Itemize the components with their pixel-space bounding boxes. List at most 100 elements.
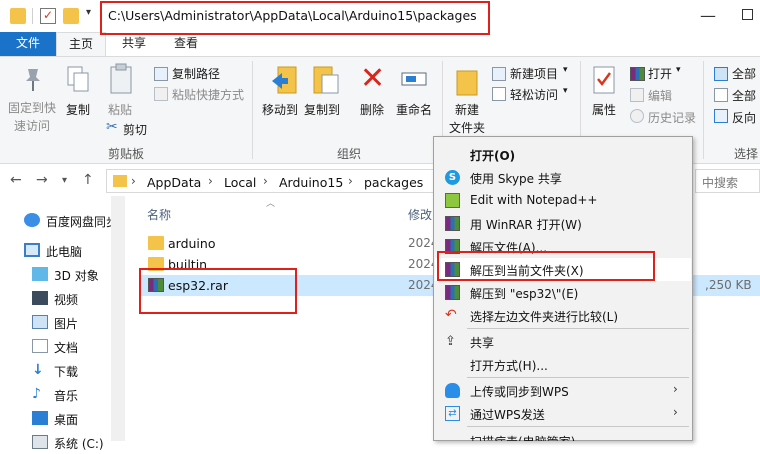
forward-arrow-icon[interactable]: →	[36, 172, 48, 188]
menu-item-extract-to-folder[interactable]: 解压到 "esp32\"(E)	[435, 281, 691, 304]
nav-item-videos[interactable]: 视频	[0, 288, 126, 310]
up-arrow-icon[interactable]: ↑	[82, 172, 94, 188]
nav-item-3d-objects[interactable]: 3D 对象	[0, 264, 126, 286]
chevron-down-icon: ▾	[563, 65, 568, 75]
menu-item-wps-upload[interactable]: 上传或同步到WPS ›	[435, 379, 691, 402]
new-folder-quick-icon[interactable]	[63, 8, 79, 24]
notepadpp-icon	[445, 193, 460, 208]
search-placeholder: 中搜索	[702, 176, 739, 190]
menu-item-compare-folder[interactable]: ↶ 选择左边文件夹进行比较(L)	[435, 304, 691, 327]
menu-item-label: Edit with Notepad++	[470, 193, 598, 207]
breadcrumb-local[interactable]: Local	[224, 175, 256, 190]
menu-item-wps-send[interactable]: ⇄ 通过WPS发送 ›	[435, 402, 691, 425]
nav-item-downloads[interactable]: ↓ 下载	[0, 360, 126, 382]
compare-icon: ↶	[445, 307, 457, 323]
breadcrumb-appdata[interactable]: AppData	[147, 175, 201, 190]
menu-item-extract-files[interactable]: 解压文件(A)...	[435, 235, 691, 258]
menu-item-label: 通过WPS发送	[470, 408, 545, 422]
maximize-button[interactable]	[742, 9, 753, 20]
search-input[interactable]: 中搜索	[695, 169, 760, 193]
menu-item-extract-here[interactable]: 解压到当前文件夹(X)	[435, 258, 691, 281]
breadcrumb-separator[interactable]: ›	[208, 174, 213, 188]
menu-item-open-with[interactable]: 打开方式(H)...	[435, 353, 691, 376]
menu-item-label: 打开方式(H)...	[470, 359, 548, 373]
ribbon-tabs: 文件 主页 共享 查看	[0, 32, 760, 56]
nav-item-label: 图片	[54, 317, 79, 331]
properties-quick-icon[interactable]: ✓	[40, 8, 56, 24]
nav-item-this-pc[interactable]: 此电脑	[0, 240, 126, 262]
column-header-modified[interactable]: 修改	[408, 206, 432, 223]
tab-share[interactable]: 共享	[114, 32, 154, 56]
menu-item-label: 扫描病毒(电脑管家)	[470, 433, 575, 441]
winrar-icon	[445, 239, 460, 254]
menu-separator	[467, 328, 689, 329]
open-label: 打开	[648, 67, 673, 81]
group-clipboard-label: 剪贴板	[108, 147, 145, 161]
winrar-icon	[445, 262, 460, 277]
new-folder-label-2: 文件夹	[449, 121, 486, 135]
share-icon: ⇪	[445, 334, 456, 349]
menu-item-notepadpp[interactable]: Edit with Notepad++	[435, 189, 691, 212]
tab-file[interactable]: 文件	[0, 32, 56, 56]
skype-icon: S	[445, 170, 460, 185]
column-header-name[interactable]: 名称	[147, 206, 171, 223]
select-all-label: 全部	[732, 67, 757, 81]
easy-access-label: 轻松访问	[510, 88, 559, 102]
move-to-icon	[272, 66, 297, 94]
nav-item-system-c[interactable]: 系统 (C:)	[0, 432, 126, 454]
copy-path-icon	[154, 67, 168, 81]
ribbon-divider	[703, 61, 704, 159]
chevron-right-icon: ›	[673, 382, 678, 396]
nav-item-pictures[interactable]: 图片	[0, 312, 126, 334]
download-icon: ↓	[32, 362, 44, 378]
back-arrow-icon[interactable]: ←	[10, 172, 22, 188]
folder-icon	[148, 236, 164, 250]
nav-item-label: 文档	[54, 341, 79, 355]
rename-icon	[401, 72, 427, 86]
select-all-icon	[714, 67, 728, 81]
menu-item-label: 共享	[470, 336, 495, 350]
menu-item-open[interactable]: 打开(O)	[435, 143, 691, 166]
customize-quick-access-icon[interactable]: ▾	[86, 7, 91, 18]
menu-item-label: 解压到 "esp32\"(E)	[470, 287, 579, 301]
breadcrumb-separator[interactable]: ›	[348, 174, 353, 188]
context-menu: 打开(O) S 使用 Skype 共享 Edit with Notepad++ …	[433, 136, 693, 441]
document-icon	[32, 339, 48, 353]
recent-chevron-icon[interactable]: ▾	[62, 175, 67, 186]
minimize-button[interactable]: —	[700, 6, 716, 25]
menu-item-virus-scan[interactable]: 扫描病毒(电脑管家)	[435, 429, 691, 441]
nav-item-baidu-sync[interactable]: 百度网盘同步	[0, 210, 126, 232]
title-bar: ✓ ▾ C:\Users\Administrator\AppData\Local…	[0, 0, 760, 32]
invert-selection-icon	[714, 109, 728, 123]
separator	[32, 8, 33, 24]
menu-item-share[interactable]: ⇪ 共享	[435, 330, 691, 353]
rename-label: 重命名	[396, 103, 433, 117]
nav-item-label: 视频	[54, 293, 79, 307]
menu-item-skype-share[interactable]: S 使用 Skype 共享	[435, 166, 691, 189]
desktop-icon	[32, 411, 48, 425]
history-label: 历史记录	[648, 111, 697, 125]
menu-item-label: 选择左边文件夹进行比较(L)	[470, 310, 619, 324]
menu-item-winrar-open[interactable]: 用 WinRAR 打开(W)	[435, 212, 691, 235]
winrar-icon	[445, 285, 460, 300]
breadcrumb-separator[interactable]: ›	[263, 174, 268, 188]
move-to-label: 移动到	[262, 103, 299, 117]
menu-item-label: 打开(O)	[470, 149, 516, 163]
breadcrumb-packages[interactable]: packages	[364, 175, 423, 190]
pin-label-2: 速访问	[14, 119, 51, 133]
select-none-icon	[714, 88, 728, 102]
nav-item-documents[interactable]: 文档	[0, 336, 126, 358]
tab-view[interactable]: 查看	[166, 32, 206, 56]
scissors-icon: ✂	[106, 119, 118, 135]
copy-to-icon	[313, 66, 339, 94]
edit-icon	[630, 88, 644, 102]
cloud-sync-icon	[24, 213, 40, 227]
breadcrumb-separator[interactable]: ›	[131, 174, 136, 188]
new-item-label: 新建项目	[510, 67, 559, 81]
nav-scrollbar[interactable]	[111, 196, 125, 441]
breadcrumb-arduino15[interactable]: Arduino15	[279, 175, 343, 190]
nav-item-desktop[interactable]: 桌面	[0, 408, 126, 430]
nav-item-music[interactable]: ♪ 音乐	[0, 384, 126, 406]
tab-home[interactable]: 主页	[56, 32, 106, 56]
delete-label: 删除	[360, 103, 385, 117]
